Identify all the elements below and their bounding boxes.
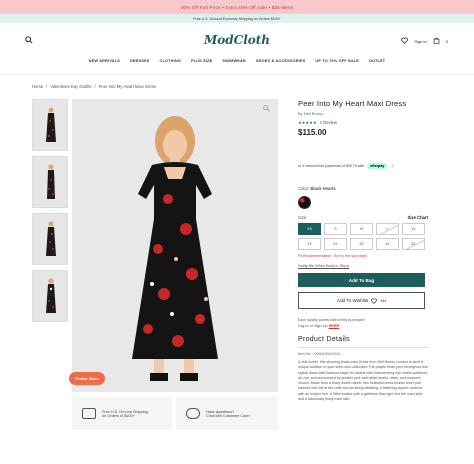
shipping-text: Free U.S. Ground Economy Shipping on Ord… [193,16,281,21]
add-to-bag-button[interactable]: Add To Bag [298,273,425,287]
rating-stars: ★★★★★ [298,120,317,125]
promo-banner[interactable]: 30% Off Full Price • Extra 40% Off Sale … [0,0,474,14]
dress-model-illustration [72,99,278,392]
nav-shoes-accessories[interactable]: SHOES & ACCESSORIES [256,59,305,63]
free-shipping-perk: Free U.S. Ground Shipping on Orders of $… [72,397,172,430]
breadcrumb-separator: / [94,84,96,89]
product-sku: Item No. 10000100421641 [298,352,341,356]
color-swatch-black-hearts[interactable] [298,196,311,209]
size-s[interactable]: S [324,223,347,235]
loyalty-here-link[interactable]: HERE [329,324,340,328]
nav-plus-size[interactable]: PLUS SIZE [191,59,212,63]
loyalty-login-text: Log In or Sign Up [298,323,328,328]
signin-link[interactable]: Sign In [414,39,426,44]
afterpay-text: or 4 interest-free payments of $28.75 wi… [298,164,365,168]
wishlist-count: 344 [380,298,386,303]
truck-icon [82,408,96,419]
size-header: Size: Size Chart [298,215,428,220]
breadcrumb-home[interactable]: Home [32,84,43,89]
thumbnail-side[interactable] [32,156,68,208]
bag-count: 0 [445,38,448,44]
divider [298,347,428,348]
customer-care-text: Have questions? Chat with Customer Care! [206,410,250,418]
size-xs[interactable]: XS [298,223,321,235]
wishlist-label: Add To Wishlist [337,298,369,303]
product-info: Peer Into My Heart Maxi Dress By Hell Bu… [298,99,428,402]
heart-icon[interactable] [401,37,409,45]
main-nav: NEW ARRIVALS DRESSES CLOTHING PLUS SIZE … [0,59,474,63]
heart-icon [371,298,378,304]
size-chart-link[interactable]: Size Chart [408,215,428,220]
loyalty-info: Earn loyalty points with every purchase!… [298,318,428,329]
size-2x[interactable]: 2X [324,238,347,250]
size-m[interactable]: M [350,223,373,235]
afterpay-info: or 4 interest-free payments of $28.75 wi… [298,163,428,169]
zoom-icon[interactable] [263,105,270,114]
color-value: Black Hearts [310,186,336,191]
header-actions: Sign In 0 [401,37,448,45]
fit-recommendation: Fit Recommendation: True to the size cha… [298,254,367,258]
color-label-text: Color: [298,186,310,191]
nav-new-arrivals[interactable]: NEW ARRIVALS [89,59,120,63]
customer-care-perk[interactable]: Have questions? Chat with Customer Care! [176,397,278,430]
breadcrumb: Home / Valentines Day Outfits / Peer Int… [32,84,156,89]
product-brand[interactable]: By Hell Bunny [298,111,428,116]
free-shipping-text: Free U.S. Ground Shipping on Orders of $… [102,410,148,418]
chat-icon [186,408,200,419]
loyalty-line-2: Log In or Sign Up HERE [298,324,428,330]
size-selector: XS S M L XL 1X 2X 3X 4X 5X [298,223,428,250]
nav-outlet[interactable]: OUTLET [369,59,385,63]
size-4x[interactable]: 4X [376,238,399,250]
breadcrumb-category[interactable]: Valentines Day Outfits [50,84,91,89]
product-title: Peer Into My Heart Maxi Dress [298,99,407,108]
breadcrumb-current: Peer Into My Heart Maxi Dress [98,84,156,89]
afterpay-badge[interactable]: afterpay [367,163,388,169]
product-description: A real looker, this stunning black maxi … [298,360,428,402]
bag-icon[interactable] [433,37,440,45]
thumbnail-front[interactable] [32,99,68,151]
breadcrumb-separator: / [46,84,48,89]
nav-clothing[interactable]: CLOTHING [160,59,181,63]
size-1x[interactable]: 1X [298,238,321,250]
nav-sale[interactable]: UP TO 70% OFF SALE [315,59,359,63]
thumbnail-alt[interactable] [32,213,68,265]
product-details-heading: Product Details [298,336,350,343]
size-5x[interactable]: 5X [402,238,425,250]
size-label: Size: [298,215,308,220]
review-count[interactable]: 1 Review [320,120,337,125]
product-rating[interactable]: ★★★★★ 1 Review [298,120,428,125]
similar-vibes-button[interactable]: Similar Vibes [69,372,105,385]
thumbnail-list [32,99,68,322]
size-xl[interactable]: XL [402,223,425,235]
perk-subtitle: Chat with Customer Care! [206,413,250,418]
shipping-banner: Free U.S. Ground Economy Shipping on Ord… [0,14,474,23]
product-price: $115.00 [298,128,327,137]
nav-dresses[interactable]: DRESSES [130,59,150,63]
promo-text: 30% Off Full Price • Extra 40% Off Sale … [180,4,294,10]
color-label: Color: Black Hearts [298,186,428,191]
size-3x[interactable]: 3X [350,238,373,250]
size-l[interactable]: L [376,223,399,235]
perk-subtitle: on Orders of $100+ [102,413,135,418]
thumbnail-back[interactable] [32,270,68,322]
info-icon[interactable]: ⓘ [390,164,394,169]
add-to-wishlist-button[interactable]: Add To Wishlist 344 [298,292,425,309]
notify-link[interactable]: Notify Me When Back in Stock [298,264,428,268]
perk-title: Free U.S. Ground Shipping [102,409,148,414]
nav-swimwear[interactable]: SWIMWEAR [222,59,246,63]
site-header: ModCloth Sign In 0 NEW ARRIVALS DRESSES … [0,23,474,75]
product-image[interactable] [72,99,278,392]
